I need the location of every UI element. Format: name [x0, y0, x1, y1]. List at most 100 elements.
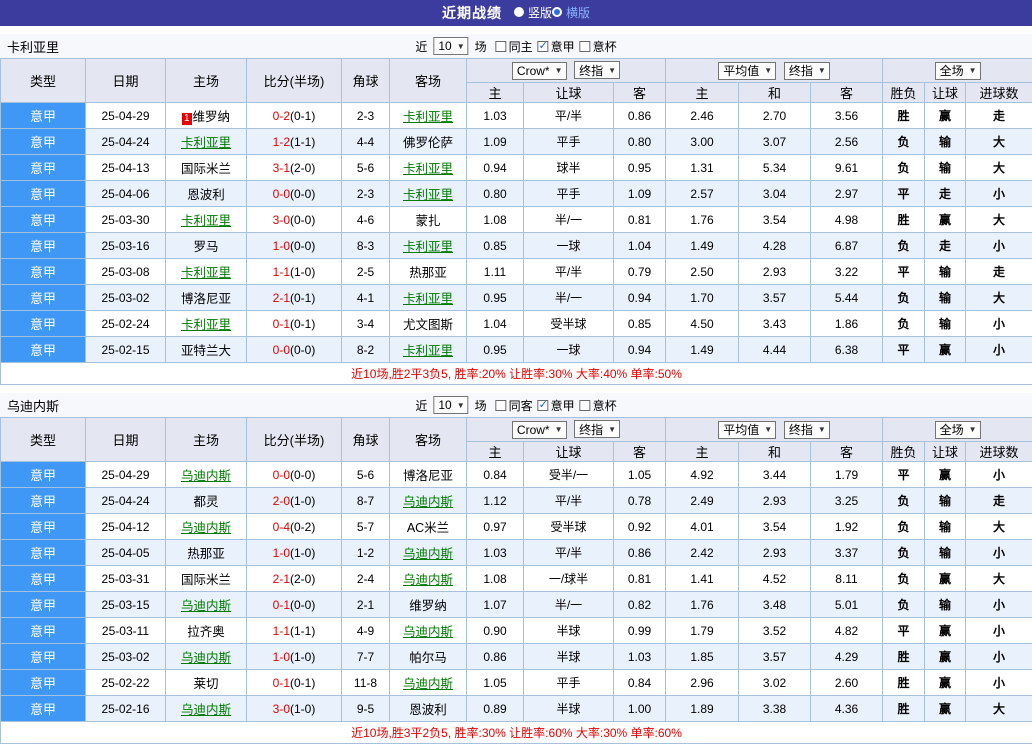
team-link[interactable]: 卡利亚里 — [403, 344, 453, 358]
fulltime-score[interactable]: 3-1 — [273, 161, 290, 175]
final-odds-select[interactable]: 终指▼ — [574, 420, 620, 438]
home-team-cell[interactable]: 国际米兰 — [166, 566, 247, 592]
score-cell[interactable]: 2-1(0-1) — [247, 285, 342, 311]
score-cell[interactable]: 0-4(0-2) — [247, 514, 342, 540]
match-count-select[interactable]: 10▼ — [433, 396, 468, 414]
home-team-cell[interactable]: 拉齐奥 — [166, 618, 247, 644]
score-cell[interactable]: 1-1(1-0) — [247, 259, 342, 285]
filter-option[interactable]: 同主 — [496, 38, 533, 55]
checkbox-icon[interactable] — [580, 400, 591, 411]
home-team-cell[interactable]: 1维罗纳 — [166, 103, 247, 129]
team-link[interactable]: 亚特兰大 — [181, 344, 231, 358]
team-link[interactable]: 卡利亚里 — [181, 266, 231, 280]
score-cell[interactable]: 3-0(1-0) — [247, 696, 342, 722]
checkbox-icon[interactable] — [496, 400, 507, 411]
team-link[interactable]: 乌迪内斯 — [181, 703, 231, 717]
home-team-cell[interactable]: 恩波利 — [166, 181, 247, 207]
home-team-cell[interactable]: 乌迪内斯 — [166, 462, 247, 488]
bookmaker-select[interactable]: Crow*▼ — [512, 421, 567, 439]
score-cell[interactable]: 0-1(0-1) — [247, 670, 342, 696]
match-count-select[interactable]: 10▼ — [433, 37, 468, 55]
team-link[interactable]: 热那亚 — [187, 547, 225, 561]
team-link[interactable]: 卡利亚里 — [181, 214, 231, 228]
away-team-cell[interactable]: 卡利亚里 — [390, 103, 467, 129]
fulltime-score[interactable]: 2-1 — [273, 572, 290, 586]
fulltime-score[interactable]: 1-0 — [273, 239, 290, 253]
score-cell[interactable]: 1-0(0-0) — [247, 233, 342, 259]
fulltime-score[interactable]: 1-1 — [273, 624, 290, 638]
team-link[interactable]: 乌迪内斯 — [181, 469, 231, 483]
away-team-cell[interactable]: 恩波利 — [390, 696, 467, 722]
team-link[interactable]: AC米兰 — [407, 521, 449, 535]
away-team-cell[interactable]: 乌迪内斯 — [390, 488, 467, 514]
home-team-cell[interactable]: 莱切 — [166, 670, 247, 696]
fulltime-score[interactable]: 1-1 — [273, 265, 290, 279]
score-cell[interactable]: 1-0(1-0) — [247, 540, 342, 566]
checkbox-icon[interactable] — [496, 41, 507, 52]
score-cell[interactable]: 2-0(1-0) — [247, 488, 342, 514]
score-cell[interactable]: 0-0(0-0) — [247, 462, 342, 488]
team-link[interactable]: 乌迪内斯 — [181, 651, 231, 665]
away-team-cell[interactable]: 乌迪内斯 — [390, 566, 467, 592]
home-team-cell[interactable]: 乌迪内斯 — [166, 644, 247, 670]
team-link[interactable]: 尤文图斯 — [403, 318, 453, 332]
team-link[interactable]: 乌迪内斯 — [181, 521, 231, 535]
fullmatch-select[interactable]: 全场▼ — [935, 421, 981, 439]
home-team-cell[interactable]: 乌迪内斯 — [166, 592, 247, 618]
fulltime-score[interactable]: 0-1 — [273, 598, 290, 612]
team-link[interactable]: 卡利亚里 — [403, 240, 453, 254]
score-cell[interactable]: 3-0(0-0) — [247, 207, 342, 233]
fulltime-score[interactable]: 2-1 — [273, 291, 290, 305]
home-team-cell[interactable]: 卡利亚里 — [166, 129, 247, 155]
team-link[interactable]: 博洛尼亚 — [403, 469, 453, 483]
home-team-cell[interactable]: 博洛尼亚 — [166, 285, 247, 311]
score-cell[interactable]: 0-1(0-1) — [247, 311, 342, 337]
away-team-cell[interactable]: 乌迪内斯 — [390, 618, 467, 644]
radio-icon[interactable] — [514, 7, 524, 17]
away-team-cell[interactable]: 卡利亚里 — [390, 181, 467, 207]
team-link[interactable]: 佛罗伦萨 — [403, 136, 453, 150]
team-link[interactable]: 卡利亚里 — [403, 162, 453, 176]
away-team-cell[interactable]: 乌迪内斯 — [390, 540, 467, 566]
fulltime-score[interactable]: 0-4 — [273, 520, 290, 534]
away-team-cell[interactable]: 尤文图斯 — [390, 311, 467, 337]
away-team-cell[interactable]: 佛罗伦萨 — [390, 129, 467, 155]
team-link[interactable]: 国际米兰 — [181, 162, 231, 176]
home-team-cell[interactable]: 卡利亚里 — [166, 207, 247, 233]
team-link[interactable]: 恩波利 — [409, 703, 447, 717]
score-cell[interactable]: 0-0(0-0) — [247, 337, 342, 363]
team-link[interactable]: 热那亚 — [409, 266, 447, 280]
average-select[interactable]: 平均值▼ — [718, 62, 776, 80]
score-cell[interactable]: 0-1(0-0) — [247, 592, 342, 618]
team-link[interactable]: 拉齐奥 — [187, 625, 225, 639]
fulltime-score[interactable]: 3-0 — [273, 702, 290, 716]
home-team-cell[interactable]: 罗马 — [166, 233, 247, 259]
filter-option[interactable]: 意甲 — [538, 38, 575, 55]
filter-option[interactable]: 意杯 — [580, 38, 617, 55]
away-team-cell[interactable]: 帕尔马 — [390, 644, 467, 670]
filter-option[interactable]: 意甲 — [538, 397, 575, 414]
layout-mode-option-1[interactable]: 横版 — [552, 4, 590, 21]
score-cell[interactable]: 0-0(0-0) — [247, 181, 342, 207]
team-link[interactable]: 都灵 — [193, 495, 218, 509]
home-team-cell[interactable]: 都灵 — [166, 488, 247, 514]
team-link[interactable]: 卡利亚里 — [403, 188, 453, 202]
fulltime-score[interactable]: 1-2 — [273, 135, 290, 149]
away-team-cell[interactable]: 卡利亚里 — [390, 337, 467, 363]
checkbox-icon[interactable] — [538, 41, 549, 52]
home-team-cell[interactable]: 卡利亚里 — [166, 311, 247, 337]
away-team-cell[interactable]: 卡利亚里 — [390, 285, 467, 311]
team-link[interactable]: 国际米兰 — [181, 573, 231, 587]
score-cell[interactable]: 1-0(1-0) — [247, 644, 342, 670]
team-link[interactable]: 蒙扎 — [415, 214, 440, 228]
away-team-cell[interactable]: 卡利亚里 — [390, 155, 467, 181]
checkbox-icon[interactable] — [538, 400, 549, 411]
team-link[interactable]: 乌迪内斯 — [403, 625, 453, 639]
home-team-cell[interactable]: 乌迪内斯 — [166, 514, 247, 540]
team-link[interactable]: 乌迪内斯 — [403, 573, 453, 587]
away-team-cell[interactable]: 乌迪内斯 — [390, 670, 467, 696]
team-link[interactable]: 卡利亚里 — [181, 136, 231, 150]
team-link[interactable]: 维罗纳 — [409, 599, 447, 613]
final-odds-select-2[interactable]: 终指▼ — [784, 421, 830, 439]
team-link[interactable]: 帕尔马 — [409, 651, 447, 665]
